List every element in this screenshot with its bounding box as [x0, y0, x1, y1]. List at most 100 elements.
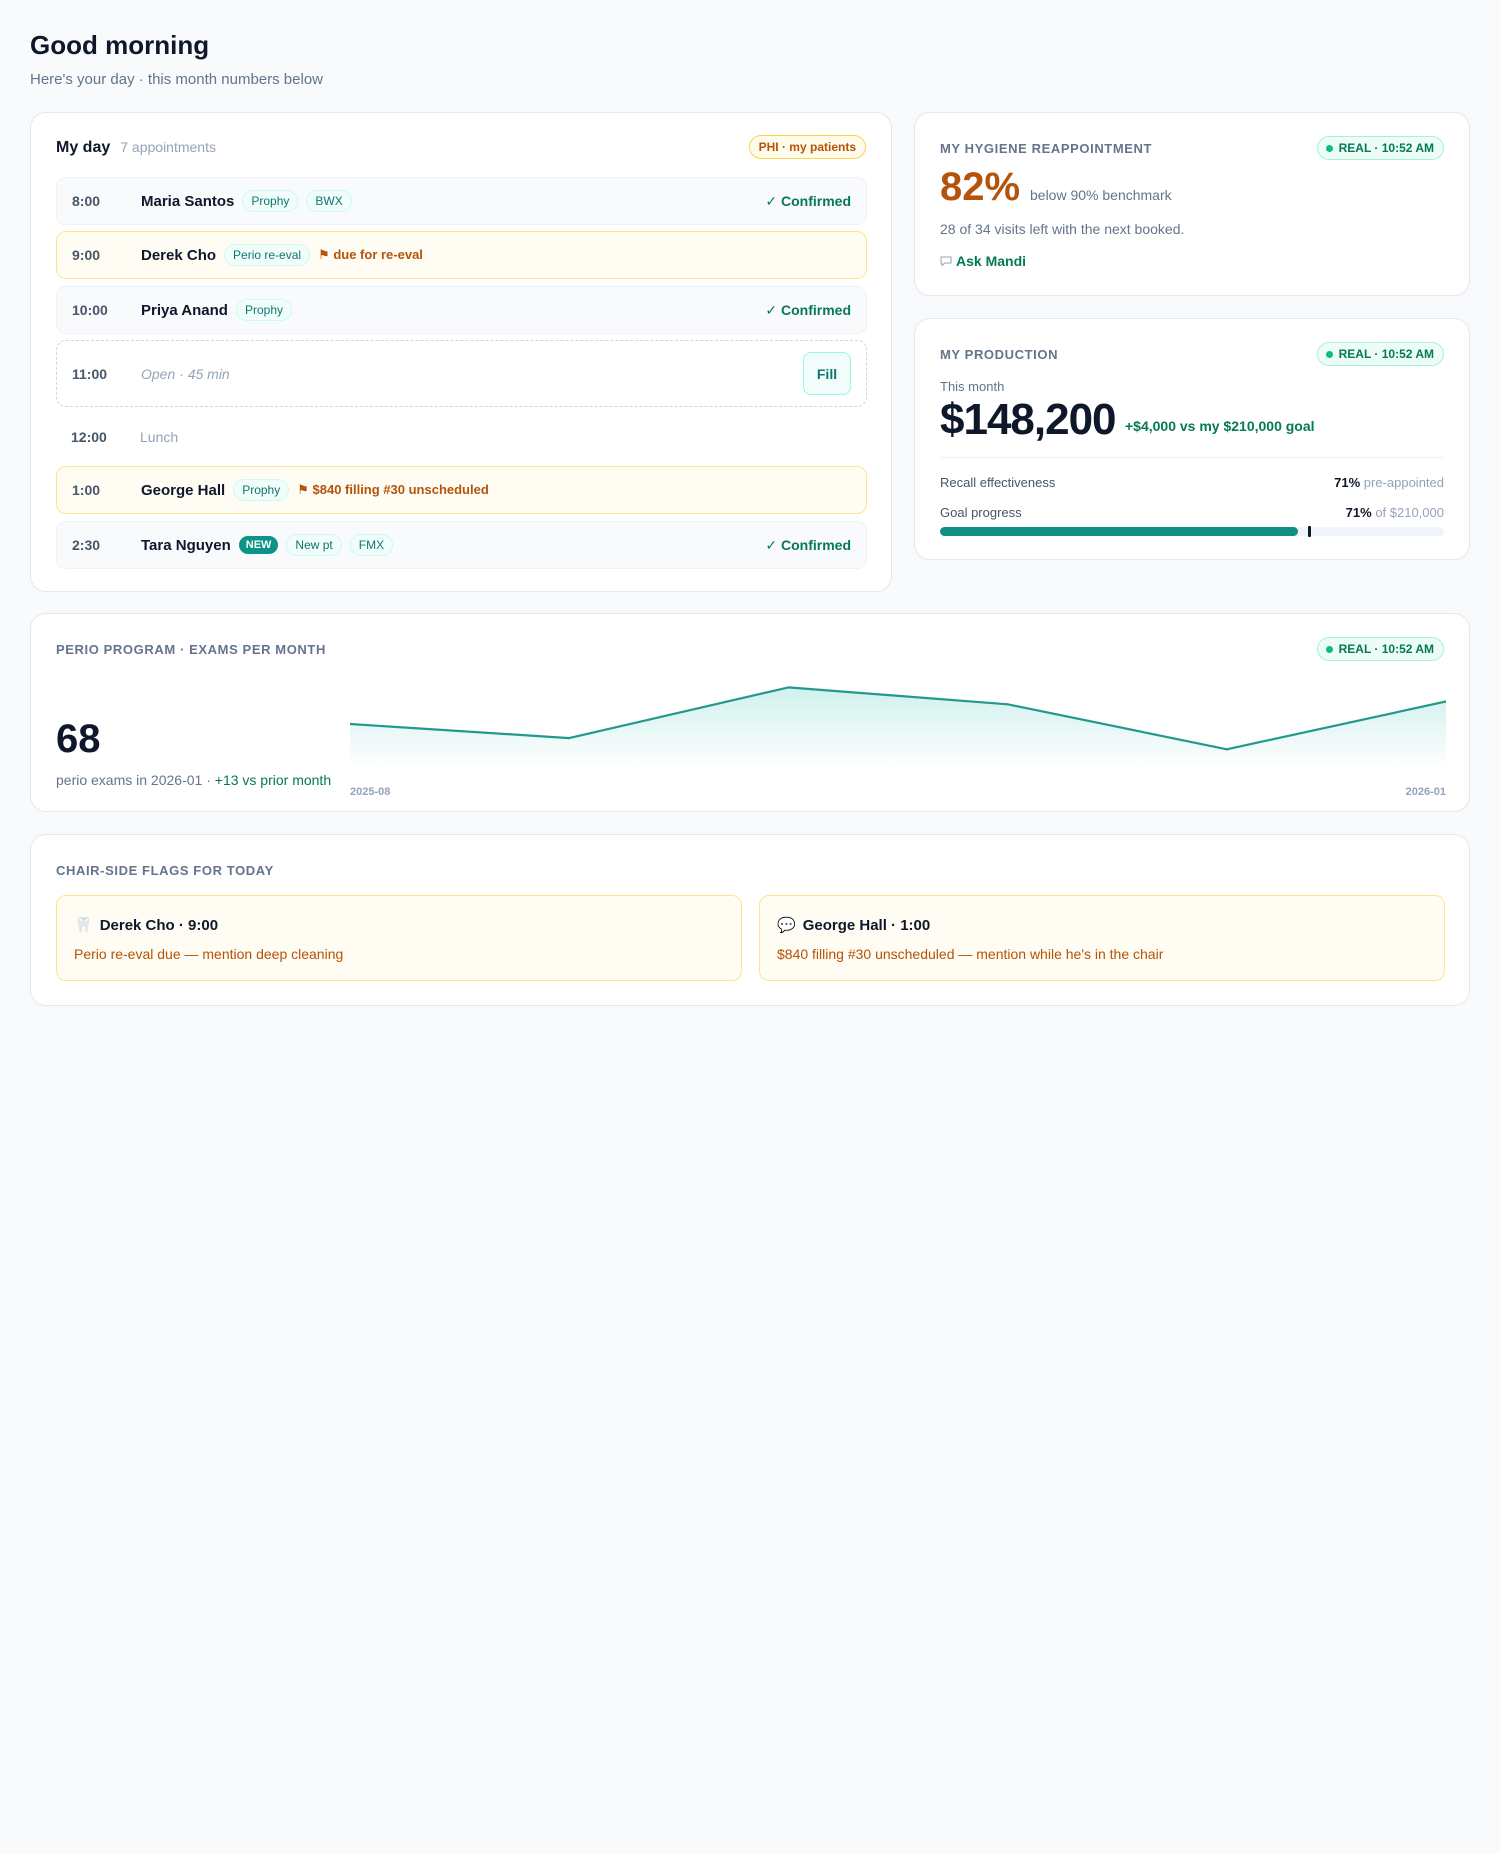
flag-description: $840 filling #30 unscheduled — mention w… [777, 946, 1164, 962]
my-day-card: My day 7 appointments PHI · my patients … [30, 112, 892, 592]
goal-progress-row: Goal progress 71% of $210,000 [940, 505, 1444, 520]
patient-name[interactable]: Tara Nguyen [141, 537, 231, 554]
reappointment-description: 28 of 34 visits left with the next booke… [940, 221, 1185, 237]
hygiene-reappointment-card: MY HYGIENE REAPPOINTMENT REAL · 10:52 AM… [914, 112, 1470, 296]
confirmed-status: ✓ Confirmed [765, 536, 851, 553]
dashboard-page: Good morning Here's your day · this mont… [0, 0, 1500, 1854]
recall-suffix: pre-appointed [1363, 475, 1444, 490]
procedure-tag: New pt [286, 534, 342, 556]
card-label: CHAIR-SIDE FLAGS FOR TODAY [56, 863, 274, 878]
page-title: Good morning [30, 30, 210, 60]
patient-name[interactable]: Priya Anand [141, 302, 228, 319]
badge-text: REAL · 10:52 AM [1338, 642, 1434, 656]
production-delta: +$4,000 vs my $210,000 goal [1125, 418, 1315, 434]
confirmed-status: ✓ Confirmed [765, 192, 851, 209]
phi-badge: PHI · my patients [748, 135, 866, 159]
flag-note: ⚑ due for re-eval [318, 247, 423, 262]
open-slot-row: 11:00 Open · 45 min Fill [56, 340, 867, 407]
x-axis-end-label: 2026-01 [1406, 786, 1446, 798]
open-slot-text: Open · 45 min [141, 365, 230, 382]
patient-name[interactable]: Derek Cho [141, 247, 216, 264]
card-label: MY HYGIENE REAPPOINTMENT [940, 141, 1153, 156]
my-day-header: My day 7 appointments [56, 139, 216, 157]
card-label: PERIO PROGRAM · EXAMS PER MONTH [56, 642, 326, 657]
appointment-count: 7 appointments [120, 139, 216, 155]
patient-name[interactable]: Maria Santos [141, 193, 234, 210]
chair-side-flags-card: CHAIR-SIDE FLAGS FOR TODAY 🦷 Derek Cho ·… [30, 834, 1470, 1006]
real-time-badge: REAL · 10:52 AM [1316, 637, 1444, 661]
period-label: This month [940, 379, 1005, 394]
ask-mandi-link[interactable]: Ask Mandi [940, 253, 1026, 269]
perio-exam-count: 68 [56, 717, 101, 761]
flag-note: ⚑ $840 filling #30 unscheduled [297, 482, 489, 497]
appointment-row[interactable]: 10:00 Priya Anand Prophy ✓ Confirmed [56, 286, 867, 334]
procedure-tag: BWX [306, 190, 352, 212]
goal-progress-bar [940, 526, 1444, 537]
x-axis-start-label: 2025-08 [350, 786, 390, 798]
new-patient-badge: NEW [238, 536, 279, 554]
fill-button[interactable]: Fill [803, 352, 851, 395]
recall-percent: 71% [1334, 475, 1361, 490]
page-subtitle: Here's your day · this month numbers bel… [30, 71, 323, 88]
benchmark-text: below 90% benchmark [1030, 187, 1172, 203]
chart-point-2025-09 [568, 736, 571, 740]
metric-label: Recall effectiveness [940, 475, 1056, 490]
flag-card[interactable]: 🦷 Derek Cho · 9:00 Perio re-eval due — m… [56, 895, 742, 981]
badge-text: REAL · 10:52 AM [1338, 141, 1434, 155]
metric-value: 71% of $210,000 [1346, 505, 1444, 520]
appointment-row[interactable]: 2:30 Tara Nguyen NEW New pt FMX ✓ Confir… [56, 521, 867, 569]
appointment-time: 2:30 [72, 537, 101, 553]
speech-bubble-icon: 💬 [777, 917, 796, 934]
card-label: MY PRODUCTION [940, 347, 1059, 362]
appointment-row[interactable]: 8:00 Maria Santos Prophy BWX ✓ Confirmed [56, 177, 867, 225]
procedure-tag: Prophy [233, 479, 290, 501]
perio-exams-chart: 2025-08 2026-01 [350, 686, 1446, 798]
appointment-time: 12:00 [71, 429, 107, 445]
tooth-icon: 🦷 [74, 917, 93, 934]
chart-point-2025-10 [787, 686, 790, 689]
goal-percent: 71% [1345, 505, 1372, 520]
chart-area [350, 687, 1446, 769]
live-dot-icon [1325, 645, 1333, 653]
live-dot-icon [1325, 350, 1333, 358]
appointment-time: 11:00 [72, 365, 108, 382]
appointment-time: 9:00 [72, 247, 101, 263]
flag-card[interactable]: 💬 George Hall · 1:00 $840 filling #30 un… [759, 895, 1445, 981]
recall-effectiveness-row: Recall effectiveness 71% pre-appointed [940, 475, 1444, 490]
ask-mandi-label[interactable]: Ask Mandi [956, 253, 1026, 269]
procedure-tag: Prophy [242, 190, 299, 212]
production-card: MY PRODUCTION REAL · 10:52 AM This month… [914, 318, 1470, 560]
perio-caption-delta: +13 vs prior month [214, 772, 332, 788]
flag-title-text: Derek Cho · 9:00 [99, 916, 219, 934]
goal-suffix: of $210,000 [1375, 505, 1444, 520]
real-time-badge: REAL · 10:52 AM [1316, 342, 1444, 366]
procedure-tag: Prophy [235, 299, 292, 321]
patient-name[interactable]: George Hall [141, 482, 225, 499]
chart-point-2025-12 [1225, 748, 1228, 751]
live-dot-icon [1325, 144, 1333, 152]
flag-description: Perio re-eval due — mention deep cleanin… [74, 946, 344, 962]
appointment-time: 1:00 [72, 482, 101, 498]
lunch-row: 12:00 Lunch [56, 413, 867, 461]
my-day-title: My day [56, 139, 111, 156]
speech-bubble-icon [940, 256, 952, 266]
production-value: $148,200 [940, 395, 1117, 444]
perio-caption: perio exams in 2026-01 · +13 vs prior mo… [56, 772, 331, 788]
chart-point-2025-11 [1006, 703, 1009, 706]
reappointment-percent: 82% [940, 165, 1021, 209]
perio-caption-text: perio exams in 2026-01 · [56, 772, 215, 788]
metric-value: 71% pre-appointed [1334, 475, 1444, 490]
goal-progress-fill [940, 527, 1298, 536]
procedure-tag: FMX [349, 534, 394, 556]
appointment-time: 8:00 [72, 193, 101, 209]
flag-title-text: George Hall · 1:00 [802, 916, 931, 934]
procedure-tag: Perio re-eval [224, 244, 311, 266]
confirmed-status: ✓ Confirmed [765, 301, 851, 318]
badge-text: REAL · 10:52 AM [1338, 347, 1434, 361]
appointment-row[interactable]: 1:00 George Hall Prophy ⚑ $840 filling #… [56, 466, 867, 514]
appointment-row[interactable]: 9:00 Derek Cho Perio re-eval ⚑ due for r… [56, 231, 867, 279]
appointment-time: 10:00 [72, 302, 108, 318]
goal-marker [1307, 526, 1311, 537]
flag-title: 💬 George Hall · 1:00 [777, 916, 931, 935]
real-time-badge: REAL · 10:52 AM [1316, 136, 1444, 160]
